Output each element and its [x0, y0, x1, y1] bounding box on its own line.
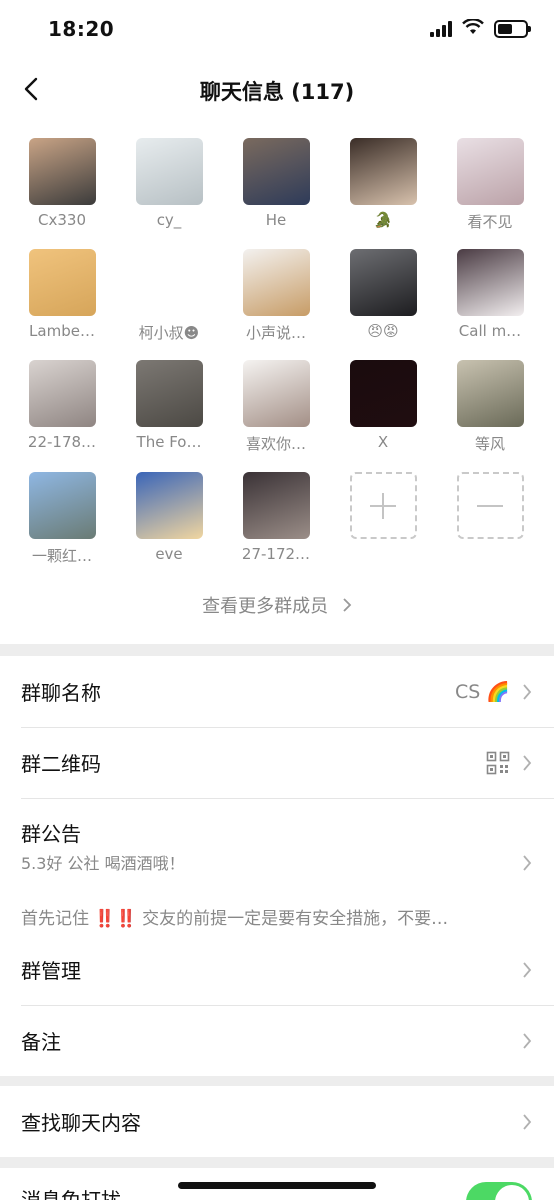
chevron-right-icon [523, 1113, 532, 1130]
signal-icon [430, 21, 452, 37]
mute-label: 消息免打扰 [21, 1188, 121, 1200]
member-name: eve [155, 545, 183, 563]
member-name: 喜欢你… [245, 435, 306, 453]
group-qr-label: 群二维码 [21, 752, 101, 776]
group-announcement-label: 群公告 [21, 822, 81, 846]
chevron-right-icon [523, 1032, 532, 1049]
member-item[interactable]: eve [119, 472, 219, 576]
search-section: 查找聊天内容 [0, 1086, 554, 1157]
member-item[interactable]: 看不见 [440, 138, 540, 242]
member-item[interactable]: He [226, 138, 326, 242]
nav-bar: 聊天信息 (117) [0, 58, 554, 120]
group-name-row[interactable]: 群聊名称 CS 🌈 [0, 656, 554, 727]
group-name-label: 群聊名称 [21, 681, 101, 705]
member-item[interactable]: 喜欢你… [226, 360, 326, 464]
member-item[interactable]: 柯小叔☻ [119, 249, 219, 353]
plus-icon [349, 472, 417, 539]
member-name: He [265, 211, 287, 229]
add-member-button[interactable] [333, 472, 433, 576]
member-item[interactable]: cy_ [119, 138, 219, 242]
remark-row[interactable]: 备注 [0, 1005, 554, 1076]
wifi-icon [462, 18, 484, 39]
member-name: Lambe… [29, 322, 95, 340]
member-item[interactable]: 小声说… [226, 249, 326, 353]
search-chat-label: 查找聊天内容 [21, 1111, 141, 1135]
member-grid: Cx330 cy_ He 🐊 看不见 Lambe… 柯小叔☻ 小声说… 😠😡 Call m… 22-… [0, 120, 554, 644]
avatar [135, 138, 203, 205]
group-name-value: CS 🌈 [454, 681, 510, 703]
group-settings-section: 群聊名称 CS 🌈 群二维码 群公告 5.3好 公社 喝酒酒哦！ 首先记住 ‼️… [0, 656, 554, 1076]
status-time: 18:20 [48, 17, 115, 41]
avatar [135, 360, 203, 427]
view-more-members-link[interactable]: 查看更多群成员 [0, 592, 554, 618]
member-name: Call m… [458, 322, 522, 340]
member-item[interactable]: 22-178… [12, 360, 112, 464]
member-name: 🐊 [373, 211, 393, 229]
member-name: 27-172… [241, 545, 311, 563]
avatar [28, 360, 96, 427]
member-name: 22-178… [27, 433, 97, 451]
member-name: 小声说… [245, 324, 306, 342]
qr-code-icon [486, 751, 510, 774]
remove-member-button[interactable] [440, 472, 540, 576]
avatar [28, 249, 96, 316]
member-name: 看不见 [467, 213, 513, 231]
group-announcement-row[interactable]: 群公告 5.3好 公社 喝酒酒哦！ 首先记住 ‼️‼️ 交友的前提一定是要有安全… [0, 798, 554, 934]
view-more-members-label: 查看更多群成员 [202, 596, 329, 617]
member-item[interactable]: 等风 [440, 360, 540, 464]
member-name: Cx330 [38, 211, 86, 229]
member-item[interactable]: Lambe… [12, 249, 112, 353]
announcement-preview: 首先记住 ‼️‼️ 交友的前提一定是要有安全措施，不要… [21, 909, 449, 929]
status-bar: 18:20 [0, 0, 554, 58]
avatar [242, 360, 310, 427]
member-name: cy_ [156, 211, 182, 229]
avatar [242, 472, 310, 539]
avatar [28, 138, 96, 205]
member-item[interactable]: 🐊 [333, 138, 433, 242]
member-name: 😠😡 [367, 322, 399, 340]
group-qr-row[interactable]: 群二维码 [0, 727, 554, 798]
avatar [349, 138, 417, 205]
group-manage-row[interactable]: 群管理 [0, 934, 554, 1005]
avatar [242, 249, 310, 316]
minus-icon [456, 472, 524, 539]
member-item[interactable]: Cx330 [12, 138, 112, 242]
member-name: The Fo… [136, 433, 202, 451]
member-name: X [377, 433, 389, 451]
avatar [349, 249, 417, 316]
member-item[interactable]: 27-172… [226, 472, 326, 576]
member-item[interactable]: 一颗红… [12, 472, 112, 576]
mute-toggle[interactable] [466, 1182, 532, 1200]
avatar [456, 138, 524, 205]
chevron-right-icon [523, 855, 532, 871]
member-name: 一颗红… [31, 547, 92, 565]
member-item[interactable]: X [333, 360, 433, 464]
member-item[interactable]: Call m… [440, 249, 540, 353]
member-item[interactable]: 😠😡 [333, 249, 433, 353]
home-indicator [178, 1182, 376, 1189]
member-name: 等风 [474, 435, 505, 453]
member-name: 柯小叔☻ [138, 324, 200, 342]
avatar [135, 472, 203, 539]
chevron-right-icon [523, 754, 532, 771]
chevron-right-icon [343, 598, 352, 612]
avatar [349, 360, 417, 427]
chevron-right-icon [523, 683, 532, 700]
search-chat-row[interactable]: 查找聊天内容 [0, 1086, 554, 1157]
avatar [456, 360, 524, 427]
announcement-summary: 5.3好 公社 喝酒酒哦！ [21, 854, 185, 873]
member-item[interactable]: The Fo… [119, 360, 219, 464]
group-manage-label: 群管理 [21, 959, 81, 983]
remark-label: 备注 [21, 1030, 61, 1054]
battery-icon [494, 20, 531, 38]
chevron-right-icon [523, 961, 532, 978]
avatar [242, 138, 310, 205]
avatar [28, 472, 96, 539]
status-icons [430, 18, 531, 39]
toggle-knob [495, 1185, 529, 1200]
avatar [456, 249, 524, 316]
page-title: 聊天信息 (117) [199, 80, 355, 104]
avatar [135, 249, 203, 316]
